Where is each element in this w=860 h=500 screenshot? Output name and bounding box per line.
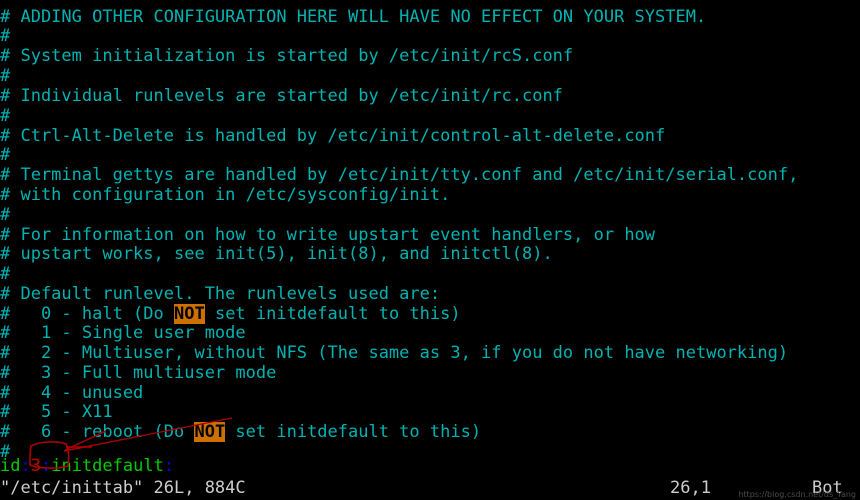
- terminal-text: # System initialization is started by /e…: [0, 46, 574, 66]
- terminal-line: # 3 - Full multiuser mode: [0, 363, 277, 384]
- terminal-line: # 1 - Single user mode: [0, 323, 246, 344]
- terminal-text: # 2 - Multiuser, without NFS (The same a…: [0, 343, 789, 363]
- terminal-text: :: [163, 456, 175, 476]
- terminal-text: #: [0, 145, 11, 165]
- terminal-text: initdefault: [51, 456, 164, 476]
- terminal-text: # 3 - Full multiuser mode: [0, 363, 277, 383]
- terminal-line: #: [0, 106, 11, 127]
- terminal-text: # 5 - X11: [0, 402, 113, 422]
- terminal-text: # upstart works, see init(5), init(8), a…: [0, 244, 553, 264]
- terminal-line: id:3:initdefault:: [0, 456, 175, 477]
- terminal-text: # 4 - unused: [0, 383, 144, 403]
- terminal-text: set initdefault to this): [225, 422, 482, 442]
- terminal-text: :: [40, 456, 52, 476]
- terminal-line: # For information on how to write upstar…: [0, 225, 656, 246]
- vim-text-buffer[interactable]: # ADDING OTHER CONFIGURATION HERE WILL H…: [0, 0, 860, 500]
- terminal-text: #: [0, 205, 11, 225]
- terminal-line: # 2 - Multiuser, without NFS (The same a…: [0, 343, 789, 364]
- terminal-text: # ADDING OTHER CONFIGURATION HERE WILL H…: [0, 7, 707, 27]
- terminal-text: 3: [30, 456, 41, 476]
- terminal-line: #: [0, 264, 11, 285]
- terminal-text: # Individual runlevels are started by /e…: [0, 86, 563, 106]
- terminal-text: # with configuration in /etc/sysconfig/i…: [0, 185, 451, 205]
- terminal-line: #: [0, 26, 11, 47]
- terminal-line: # ADDING OTHER CONFIGURATION HERE WILL H…: [0, 7, 707, 28]
- terminal-text: # Terminal gettys are handled by /etc/in…: [0, 165, 799, 185]
- terminal-line: # 0 - halt (Do NOT set initdefault to th…: [0, 304, 461, 325]
- terminal-line: # Ctrl-Alt-Delete is handled by /etc/ini…: [0, 126, 666, 147]
- terminal-line: #: [0, 145, 11, 166]
- terminal-text: id: [0, 456, 21, 476]
- terminal-text: #: [0, 264, 11, 284]
- status-file-info: "/etc/inittab" 26L, 884C: [0, 478, 246, 498]
- site-watermark: https://blog.csdn.net/ds_Yang: [738, 490, 856, 499]
- terminal-line: # Individual runlevels are started by /e…: [0, 86, 563, 107]
- terminal-line: # 4 - unused: [0, 383, 144, 404]
- terminal-text: # For information on how to write upstar…: [0, 225, 656, 245]
- search-highlight: NOT: [174, 304, 205, 324]
- terminal-text: #: [0, 106, 11, 126]
- terminal-text: #: [0, 66, 11, 86]
- search-highlight: NOT: [194, 422, 226, 442]
- terminal-line: # with configuration in /etc/sysconfig/i…: [0, 185, 451, 206]
- terminal-text: # Ctrl-Alt-Delete is handled by /etc/ini…: [0, 126, 666, 146]
- terminal-text: # 1 - Single user mode: [0, 323, 246, 343]
- terminal-text: # 0 - halt (Do: [0, 304, 174, 324]
- status-cursor-position: 26,1: [670, 478, 711, 498]
- terminal-text: :: [20, 456, 31, 476]
- terminal-text: # 6 - reboot (Do: [0, 422, 195, 442]
- terminal-screen: # ADDING OTHER CONFIGURATION HERE WILL H…: [0, 0, 860, 500]
- terminal-line: # 6 - reboot (Do NOT set initdefault to …: [0, 422, 482, 443]
- terminal-line: # Terminal gettys are handled by /etc/in…: [0, 165, 799, 186]
- terminal-line: # upstart works, see init(5), init(8), a…: [0, 244, 553, 265]
- terminal-line: #: [0, 66, 11, 87]
- terminal-text: #: [0, 26, 11, 46]
- terminal-line: # System initialization is started by /e…: [0, 46, 574, 67]
- terminal-line: #: [0, 205, 11, 226]
- terminal-line: # Default runlevel. The runlevels used a…: [0, 284, 441, 305]
- terminal-text: # Default runlevel. The runlevels used a…: [0, 284, 441, 304]
- terminal-text: set initdefault to this): [204, 304, 461, 324]
- terminal-line: # 5 - X11: [0, 402, 113, 423]
